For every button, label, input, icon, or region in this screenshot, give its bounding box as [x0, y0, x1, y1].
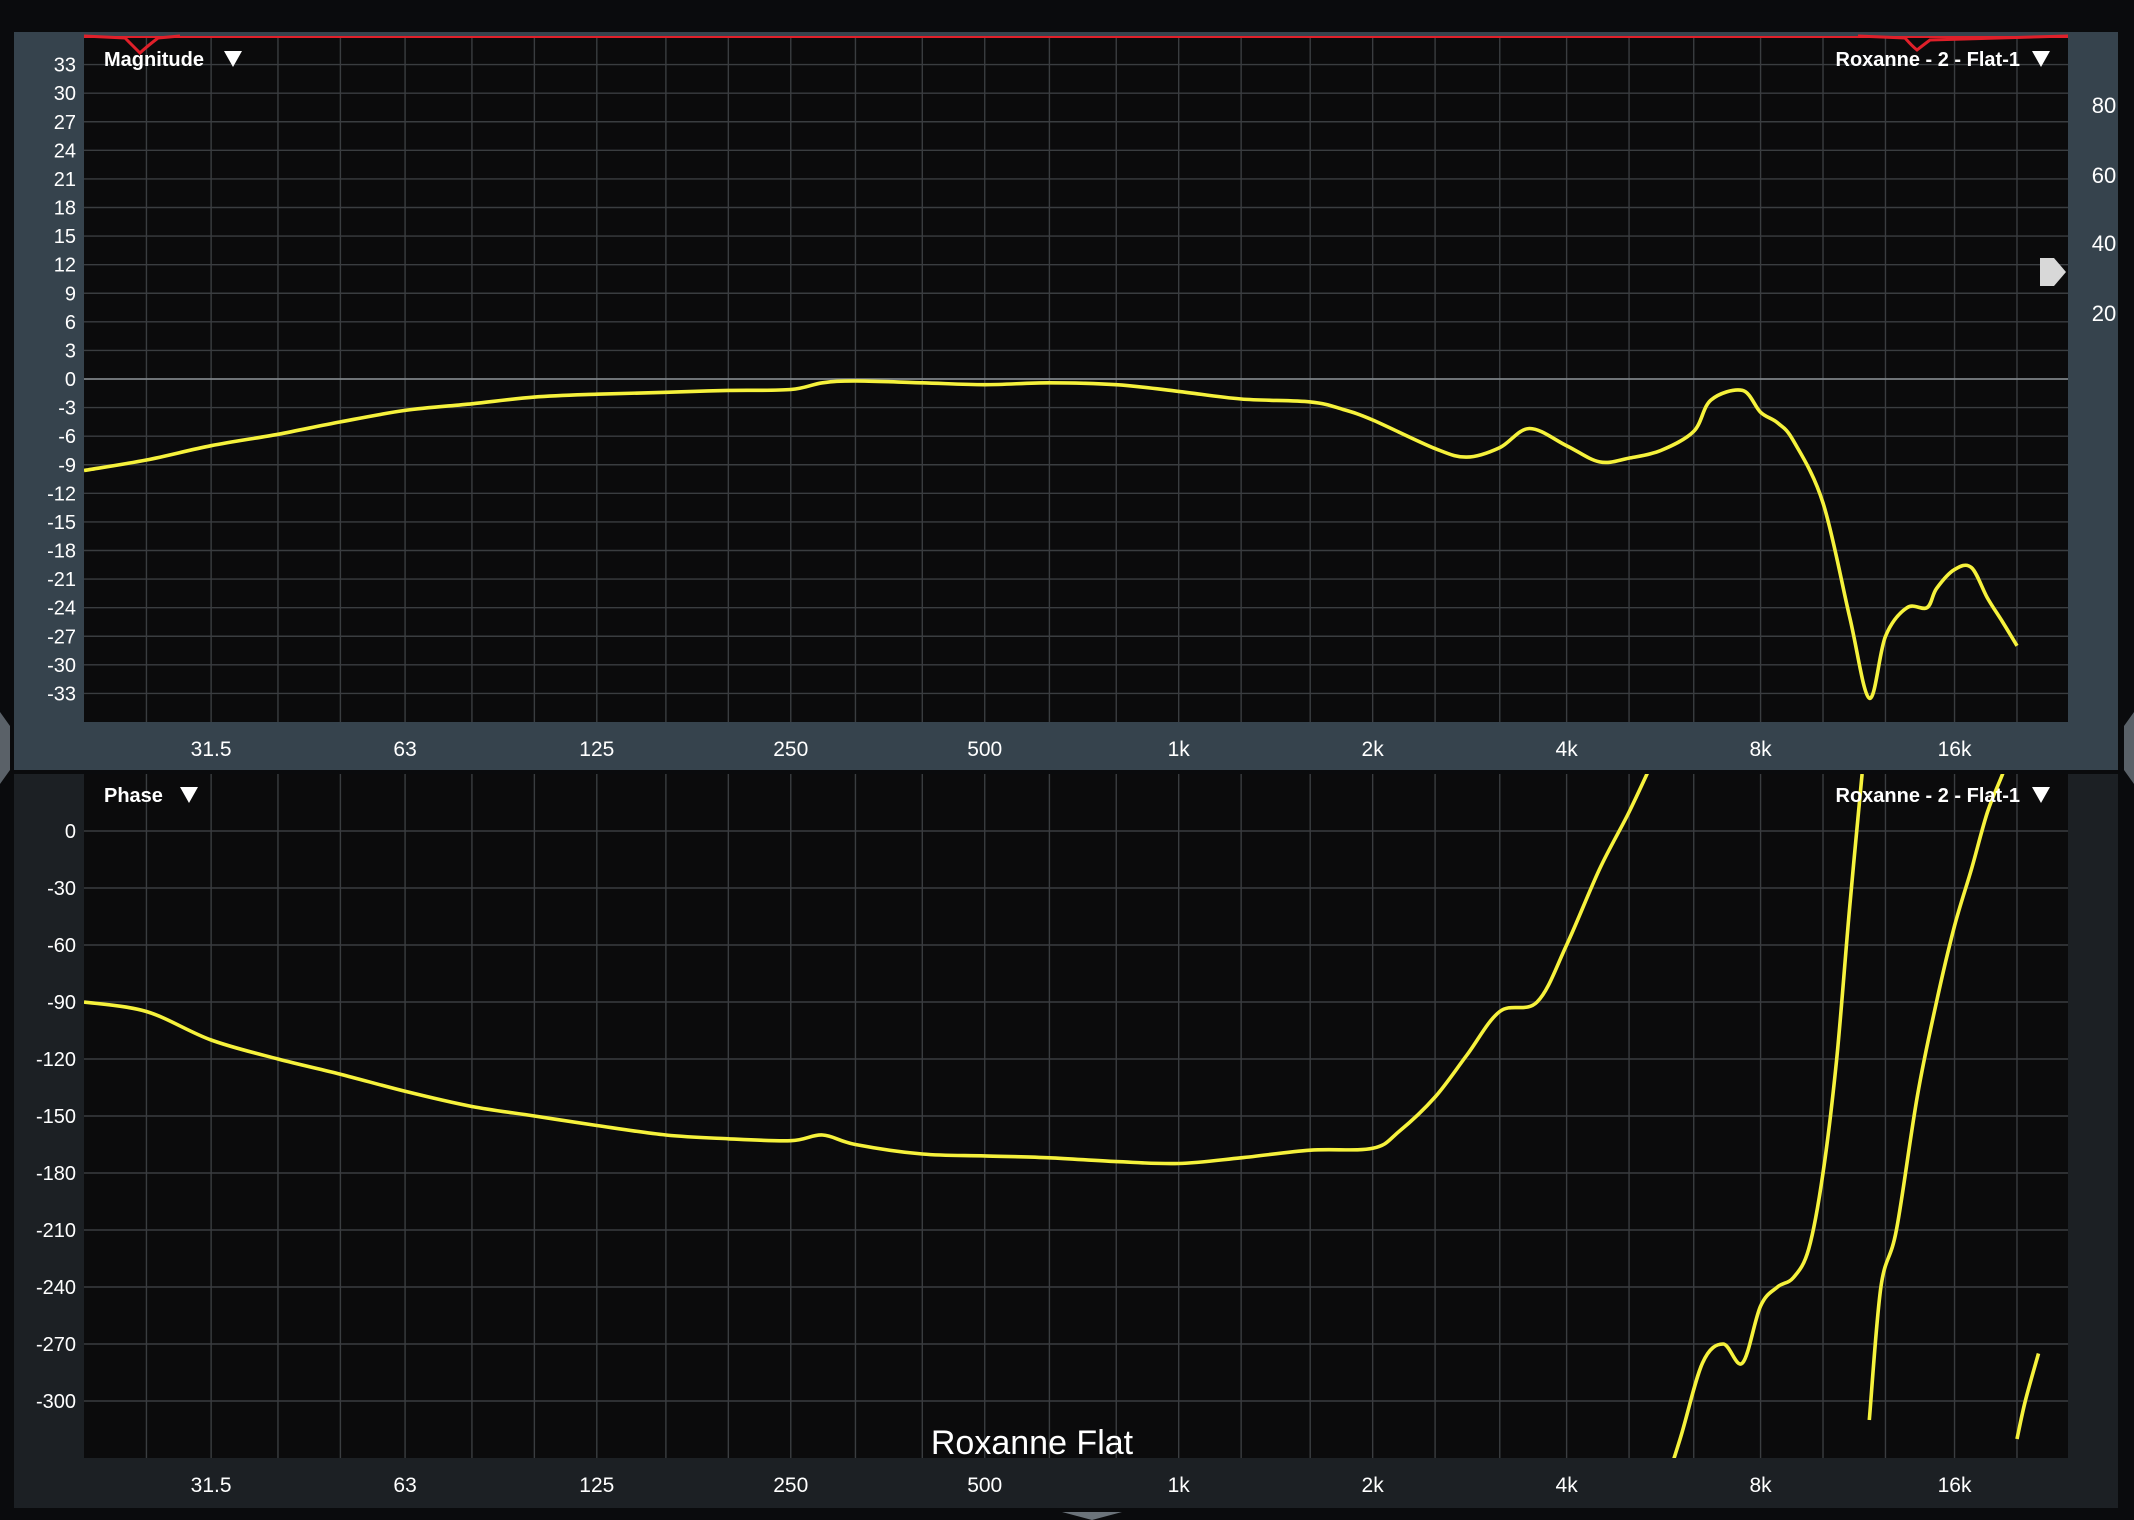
phase-x-tick-label: 2k — [1362, 1474, 1385, 1497]
phase-y-tick-label: -180 — [36, 1163, 76, 1185]
magnitude-panel: 33302724211815129630-3-6-9-12-15-18-21-2… — [14, 32, 2118, 770]
phase-x-tick-label: 63 — [393, 1474, 416, 1497]
coherence-y-tick-label: 20 — [2092, 301, 2116, 326]
magnitude-y-tick-label: 12 — [54, 255, 76, 277]
magnitude-y-tick-label: 18 — [54, 198, 76, 220]
magnitude-y-tick-label: -21 — [47, 569, 76, 591]
phase-y-tick-label: -30 — [47, 878, 76, 900]
magnitude-y-tick-label: 21 — [54, 169, 76, 191]
magnitude-y-tick-label: 15 — [54, 226, 76, 248]
phase-y-tick-label: -150 — [36, 1106, 76, 1128]
phase-y-tick-label: -270 — [36, 1334, 76, 1356]
phase-y-tick-label: -210 — [36, 1220, 76, 1242]
phase-y-tick-label: -300 — [36, 1391, 76, 1413]
phase-trace-menu[interactable]: Roxanne - 2 - Flat-1 — [1836, 785, 2050, 807]
transfer-function-display: 33302724211815129630-3-6-9-12-15-18-21-2… — [0, 0, 2134, 1520]
magnitude-x-tick-label: 8k — [1749, 738, 1772, 761]
phase-x-tick-label: 500 — [967, 1474, 1002, 1497]
magnitude-y-tick-label: 33 — [54, 55, 76, 77]
magnitude-y-tick-label: -27 — [47, 626, 76, 648]
phase-x-tick-label: 1k — [1168, 1474, 1191, 1497]
magnitude-y-tick-label: -3 — [58, 398, 76, 420]
phase-x-tick-label: 16k — [1938, 1474, 1972, 1497]
magnitude-x-tick-label: 16k — [1938, 738, 1972, 761]
magnitude-trace-name[interactable]: Roxanne - 2 - Flat-1 — [1836, 49, 2020, 71]
phase-y-tick-label: -60 — [47, 935, 76, 957]
phase-x-tick-label: 125 — [579, 1474, 614, 1497]
magnitude-y-tick-label: 0 — [65, 369, 76, 391]
magnitude-x-tick-label: 2k — [1362, 738, 1385, 761]
magnitude-y-tick-label: 9 — [65, 283, 76, 305]
magnitude-x-tick-label: 31.5 — [191, 738, 232, 761]
phase-x-tick-label: 31.5 — [191, 1474, 232, 1497]
magnitude-x-tick-label: 125 — [579, 738, 614, 761]
magnitude-x-tick-label: 63 — [393, 738, 416, 761]
caption-text: Roxanne Flat — [931, 1424, 1134, 1462]
magnitude-y-tick-label: -24 — [47, 598, 76, 620]
magnitude-trace-menu[interactable]: Roxanne - 2 - Flat-1 — [1836, 49, 2050, 71]
phase-title[interactable]: Phase — [104, 785, 163, 807]
magnitude-y-tick-label: -33 — [47, 683, 76, 705]
coherence-y-tick-label: 80 — [2092, 93, 2116, 118]
magnitude-y-tick-label: 30 — [54, 83, 76, 105]
magnitude-y-tick-label: -12 — [47, 483, 76, 505]
magnitude-x-tick-label: 250 — [773, 738, 808, 761]
magnitude-y-tick-label: 24 — [54, 140, 76, 162]
phase-x-tick-label: 8k — [1749, 1474, 1772, 1497]
magnitude-y-tick-label: 27 — [54, 112, 76, 134]
magnitude-x-tick-label: 1k — [1168, 738, 1191, 761]
magnitude-x-tick-label: 4k — [1556, 738, 1579, 761]
phase-y-tick-label: 0 — [65, 821, 76, 843]
phase-trace-name[interactable]: Roxanne - 2 - Flat-1 — [1836, 785, 2020, 807]
magnitude-title[interactable]: Magnitude — [104, 49, 204, 71]
phase-x-tick-label: 250 — [773, 1474, 808, 1497]
phase-y-tick-label: -90 — [47, 992, 76, 1014]
phase-x-tick-label: 4k — [1556, 1474, 1579, 1497]
magnitude-y-tick-label: 3 — [65, 340, 76, 362]
phase-y-tick-label: -240 — [36, 1277, 76, 1299]
magnitude-x-tick-label: 500 — [967, 738, 1002, 761]
magnitude-y-tick-label: -30 — [47, 655, 76, 677]
phase-panel: 0 -30 -60 -90 -120 -150 -180 -210 -240 -270 -300 3… — [14, 774, 2118, 1508]
magnitude-y-tick-label: -18 — [47, 541, 76, 563]
coherence-y-tick-label: 60 — [2092, 163, 2116, 188]
magnitude-y-tick-label: -9 — [58, 455, 76, 477]
magnitude-y-tick-label: 6 — [65, 312, 76, 334]
magnitude-y-tick-label: -15 — [47, 512, 76, 534]
magnitude-y-tick-label: -6 — [58, 426, 76, 448]
coherence-y-tick-label: 40 — [2092, 231, 2116, 256]
phase-y-tick-label: -120 — [36, 1049, 76, 1071]
